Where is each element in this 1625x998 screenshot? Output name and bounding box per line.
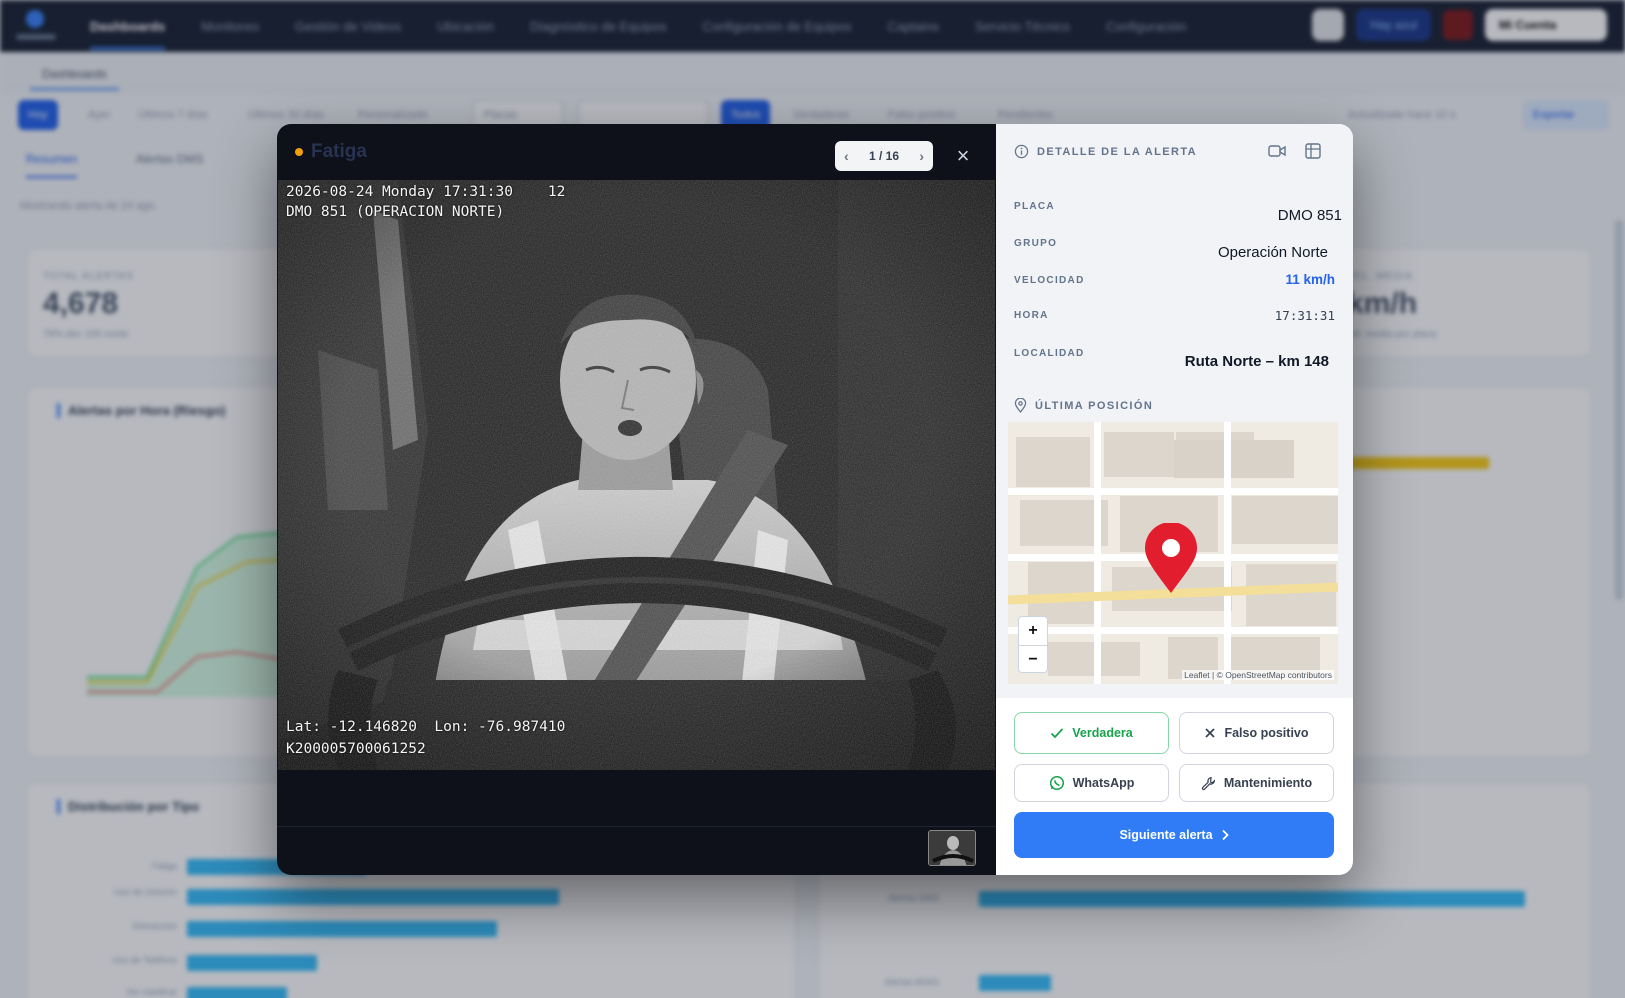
field-label-location: LOCALIDAD bbox=[1014, 348, 1085, 359]
mark-true-button[interactable]: Verdadera bbox=[1014, 712, 1169, 754]
osd-coordinates: Lat: -12.146820 Lon: -76.987410 bbox=[286, 719, 566, 735]
field-value-group: Operación Norte bbox=[1217, 244, 1328, 261]
field-value-speed: 11 km/h bbox=[1285, 272, 1335, 287]
mark-false-positive-label: Falso positivo bbox=[1224, 726, 1309, 740]
driver-camera-image bbox=[278, 180, 995, 770]
whatsapp-icon bbox=[1049, 775, 1065, 791]
close-icon[interactable]: × bbox=[949, 142, 977, 170]
field-value-location: Ruta Norte – km 148 bbox=[1184, 353, 1329, 370]
next-alert-button[interactable]: Siguiente alerta bbox=[1014, 812, 1334, 858]
media-strip bbox=[277, 771, 996, 827]
detail-title: DETALLE DE LA ALERTA bbox=[1014, 144, 1197, 159]
maintenance-button[interactable]: Mantenimiento bbox=[1179, 764, 1334, 802]
location-pin-icon bbox=[1014, 398, 1027, 413]
field-value-time: 17:31:31 bbox=[1274, 308, 1335, 323]
detail-info-section: DETALLE DE LA ALERTA PLACA DMO 851 GRUPO… bbox=[996, 124, 1353, 698]
zoom-out-button[interactable]: − bbox=[1019, 645, 1047, 673]
whatsapp-label: WhatsApp bbox=[1072, 776, 1135, 790]
frame-thumbnail[interactable] bbox=[928, 830, 976, 866]
field-label-time: HORA bbox=[1014, 310, 1049, 321]
mark-false-positive-button[interactable]: Falso positivo bbox=[1179, 712, 1334, 754]
grid-view-icon[interactable] bbox=[1302, 140, 1324, 162]
alert-type-dot bbox=[295, 148, 303, 156]
video-camera-icon[interactable] bbox=[1266, 140, 1288, 162]
x-icon bbox=[1204, 727, 1216, 739]
field-label-speed: VELOCIDAD bbox=[1014, 275, 1085, 286]
chevron-left-icon[interactable]: ‹ bbox=[844, 148, 849, 164]
alert-media-panel: Fatiga ‹ 1 / 16 › × 2026-08-24 Monday 17… bbox=[277, 124, 996, 875]
map-marker-icon[interactable] bbox=[1143, 523, 1199, 595]
last-position-title: ÚLTIMA POSICIÓN bbox=[1014, 398, 1153, 413]
detail-title-text: DETALLE DE LA ALERTA bbox=[1037, 145, 1197, 158]
next-alert-label: Siguiente alerta bbox=[1119, 828, 1213, 842]
zoom-in-button[interactable]: + bbox=[1019, 617, 1047, 645]
chevron-right-icon bbox=[1221, 829, 1229, 841]
wrench-icon bbox=[1201, 776, 1216, 791]
field-label-plate: PLACA bbox=[1014, 201, 1055, 212]
maintenance-label: Mantenimiento bbox=[1223, 776, 1313, 790]
info-icon bbox=[1014, 144, 1029, 159]
osd-timestamp: 2026-08-24 Monday 17:31:30 12 bbox=[286, 184, 566, 200]
field-value-plate: DMO 851 bbox=[1277, 207, 1342, 224]
map-zoom-control: + − bbox=[1018, 616, 1048, 673]
osd-device-id: K200005700061252 bbox=[286, 741, 426, 757]
alert-type-label: Fatiga bbox=[311, 141, 367, 162]
map-attribution[interactable]: Leaflet | © OpenStreetMap contributors bbox=[1182, 670, 1334, 680]
thumbnail-image bbox=[929, 831, 975, 865]
check-icon bbox=[1050, 727, 1064, 739]
pager-text: 1 / 16 bbox=[868, 149, 900, 163]
osd-vehicle: DMO 851 (OPERACION NORTE) bbox=[286, 204, 505, 220]
chevron-right-icon[interactable]: › bbox=[919, 148, 924, 164]
whatsapp-button[interactable]: WhatsApp bbox=[1014, 764, 1169, 802]
media-header: Fatiga ‹ 1 / 16 › × bbox=[277, 124, 996, 180]
alert-detail-modal: Fatiga ‹ 1 / 16 › × 2026-08-24 Monday 17… bbox=[277, 124, 1353, 875]
field-label-group: GRUPO bbox=[1014, 238, 1058, 249]
mark-true-label: Verdadera bbox=[1072, 726, 1133, 740]
alert-pager: ‹ 1 / 16 › bbox=[835, 141, 933, 171]
alert-camera-frame: 2026-08-24 Monday 17:31:30 12 DMO 851 (O… bbox=[278, 180, 995, 770]
position-map[interactable]: + − Leaflet | © OpenStreetMap contributo… bbox=[1008, 422, 1338, 684]
last-position-text: ÚLTIMA POSICIÓN bbox=[1035, 399, 1154, 412]
alert-detail-panel: DETALLE DE LA ALERTA PLACA DMO 851 GRUPO… bbox=[996, 124, 1353, 875]
